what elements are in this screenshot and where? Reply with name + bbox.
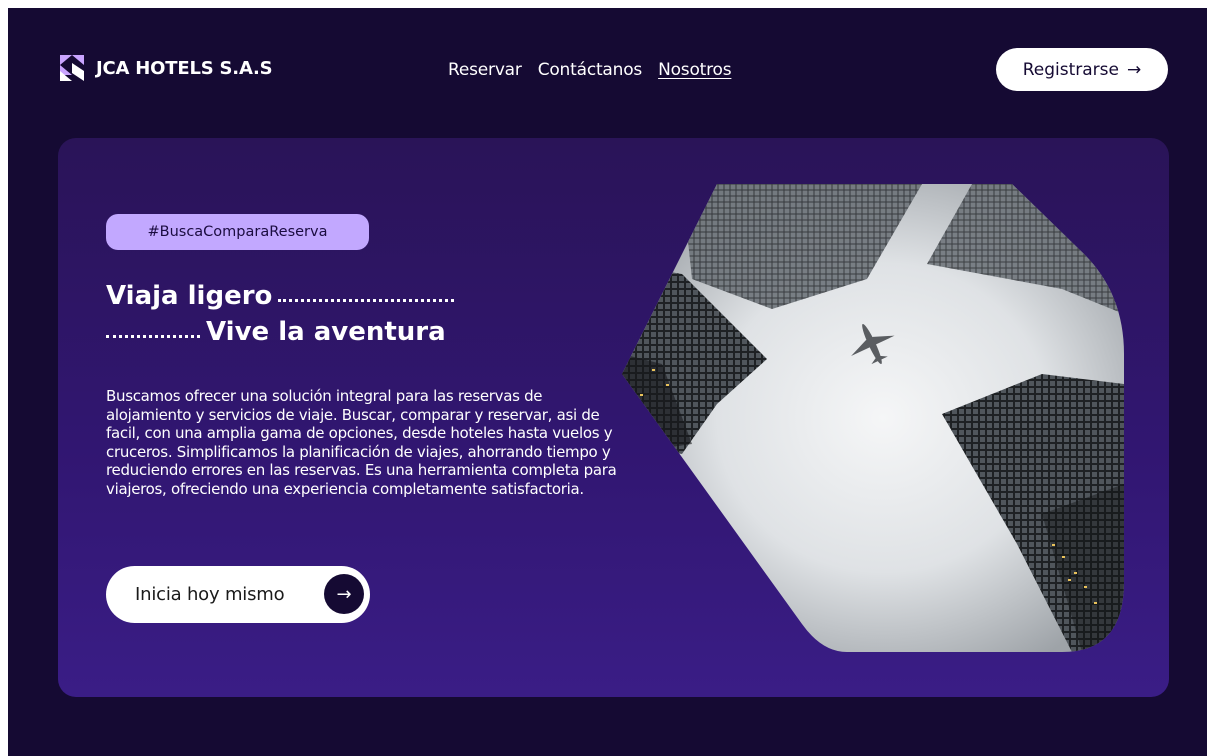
register-button-label: Registrarse [1022,59,1119,80]
hero-description: Buscamos ofrecer una solución integral p… [106,387,617,498]
hero-card: #BuscaComparaReserva Viaja ligero Vive l… [58,138,1169,697]
skyscrapers-airplane-photo [622,184,1124,652]
headline-line-2: Vive la aventura [206,317,446,347]
nav-link-nosotros[interactable]: Nosotros [658,60,732,80]
brand-name: JCA HOTELS S.A.S [96,57,273,79]
nav-link-contactanos[interactable]: Contáctanos [538,60,643,80]
hashtag-badge: #BuscaComparaReserva [106,214,369,250]
dotted-line-decoration [106,335,200,338]
hero-headline: Viaja ligero Vive la aventura [106,278,455,350]
page: JCA HOTELS S.A.S Reservar Contáctanos No… [8,8,1207,756]
headline-line-1: Viaja ligero [106,281,273,311]
register-button[interactable]: Registrarse → [996,48,1168,91]
nav-link-reservar[interactable]: Reservar [448,60,522,80]
arrow-right-icon: → [1127,59,1142,80]
main-nav: Reservar Contáctanos Nosotros [448,60,732,80]
dotted-line-decoration [278,299,455,302]
arrow-right-icon: → [324,574,364,614]
start-today-label: Inicia hoy mismo [135,584,285,605]
geometric-logo-icon [60,55,84,81]
start-today-button[interactable]: Inicia hoy mismo → [106,566,370,623]
brand-logo[interactable]: JCA HOTELS S.A.S [58,53,273,83]
